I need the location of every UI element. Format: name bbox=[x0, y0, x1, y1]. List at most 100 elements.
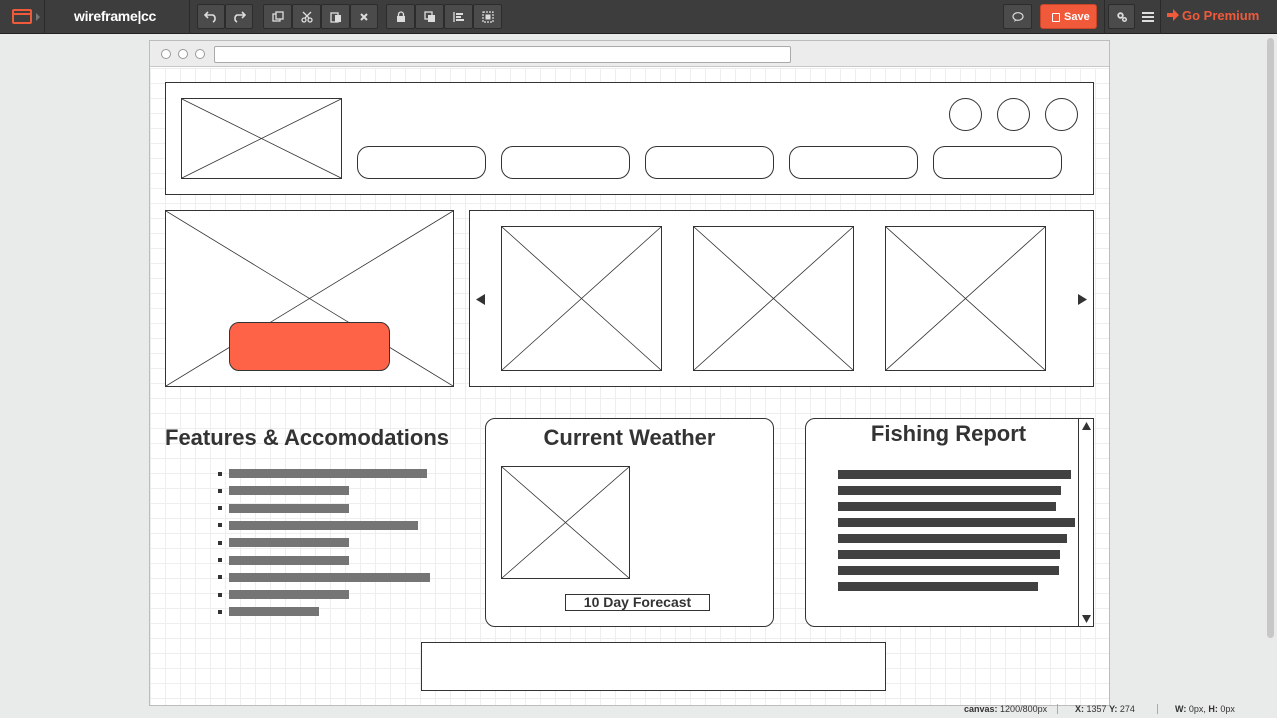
undo-button[interactable] bbox=[197, 4, 225, 29]
window-close-dot bbox=[161, 49, 171, 59]
fishing-report-heading[interactable]: Fishing Report bbox=[805, 421, 1094, 447]
undo-icon bbox=[204, 10, 216, 23]
delete-button[interactable] bbox=[350, 4, 378, 29]
status-divider bbox=[1157, 704, 1158, 714]
menu-button[interactable] bbox=[1142, 10, 1154, 28]
nav-button[interactable] bbox=[933, 146, 1062, 179]
window-minimize-dot bbox=[178, 49, 188, 59]
social-circle[interactable] bbox=[949, 98, 982, 131]
duplicate-button[interactable] bbox=[263, 4, 292, 29]
feature-list-item[interactable] bbox=[229, 590, 349, 600]
align-button[interactable] bbox=[444, 4, 473, 29]
scroll-down-icon[interactable] bbox=[1082, 615, 1091, 623]
cut-icon bbox=[300, 11, 313, 23]
footer-box[interactable] bbox=[421, 642, 886, 691]
layer-icon bbox=[423, 10, 435, 22]
carousel-image-placeholder[interactable] bbox=[885, 226, 1046, 371]
save-button[interactable]: Save bbox=[1040, 4, 1097, 29]
fishing-report-line bbox=[838, 534, 1067, 543]
scroll-up-icon[interactable] bbox=[1082, 422, 1091, 430]
fishing-report-scrollbar[interactable] bbox=[1078, 418, 1094, 627]
align-icon bbox=[452, 11, 464, 22]
browser-title-bar bbox=[150, 41, 1109, 67]
feature-list-item[interactable] bbox=[229, 503, 349, 513]
top-toolbar: wireframe|cc Save Go Premium bbox=[0, 0, 1277, 34]
ten-day-forecast-button[interactable]: 10 Day Forecast bbox=[565, 594, 710, 611]
redo-button[interactable] bbox=[225, 4, 253, 29]
features-heading[interactable]: Features & Accomodations bbox=[165, 425, 449, 451]
canvas-size-readout: canvas: 1200/800px bbox=[964, 704, 1048, 714]
feature-bullet-icon bbox=[218, 523, 222, 528]
feature-list-item[interactable] bbox=[229, 469, 427, 478]
paste-button[interactable] bbox=[321, 4, 350, 29]
settings-icon bbox=[1116, 11, 1127, 22]
feature-bullet-icon bbox=[218, 488, 222, 493]
toolbar-divider bbox=[1104, 0, 1105, 34]
toolbar-divider bbox=[44, 0, 45, 34]
comment-button[interactable] bbox=[1003, 4, 1032, 29]
feature-bullet-icon bbox=[218, 575, 222, 580]
weather-image-placeholder[interactable] bbox=[501, 466, 630, 579]
social-circle[interactable] bbox=[1045, 98, 1078, 131]
feature-bullet-icon bbox=[218, 592, 222, 597]
arrow-right-icon bbox=[1167, 8, 1179, 25]
window-maximize-dot bbox=[195, 49, 205, 59]
brand-logo: wireframe|cc bbox=[74, 8, 157, 24]
feature-list-item[interactable] bbox=[229, 572, 430, 582]
hero-cta-button[interactable] bbox=[229, 322, 390, 371]
feature-bullet-icon bbox=[218, 609, 222, 614]
status-divider bbox=[1057, 704, 1058, 714]
feature-list-item[interactable] bbox=[229, 555, 349, 565]
paste-icon bbox=[329, 11, 341, 23]
nav-button[interactable] bbox=[357, 146, 486, 179]
fishing-report-line bbox=[838, 582, 1038, 591]
weather-heading[interactable]: Current Weather bbox=[485, 425, 774, 451]
nav-button[interactable] bbox=[789, 146, 918, 179]
page-scrollbar[interactable] bbox=[1263, 34, 1277, 718]
toolbar-divider bbox=[1160, 0, 1161, 34]
carousel-image-placeholder[interactable] bbox=[501, 226, 662, 371]
save-button-label: Save bbox=[1064, 11, 1090, 23]
group-button[interactable] bbox=[473, 4, 502, 29]
nav-button[interactable] bbox=[501, 146, 630, 179]
lock-button[interactable] bbox=[386, 4, 415, 29]
toolbar-divider bbox=[189, 0, 190, 34]
cursor-position-readout: X: 1357 Y: 274 bbox=[1075, 704, 1135, 714]
logo-image-placeholder[interactable] bbox=[181, 98, 342, 179]
nav-button[interactable] bbox=[645, 146, 774, 179]
triangle-left-icon[interactable] bbox=[476, 292, 485, 310]
feature-list-item[interactable] bbox=[229, 486, 349, 496]
feature-bullet-icon bbox=[218, 471, 222, 476]
selection-size-readout: W: 0px, H: 0px bbox=[1175, 704, 1235, 714]
feature-bullet-icon bbox=[218, 558, 222, 562]
feature-bullet-icon bbox=[218, 506, 222, 511]
settings-button[interactable] bbox=[1108, 4, 1135, 29]
fishing-report-line bbox=[838, 502, 1056, 511]
menu-icon bbox=[1142, 12, 1154, 22]
page-scrollbar-thumb[interactable] bbox=[1267, 38, 1274, 638]
cut-button[interactable] bbox=[292, 4, 321, 29]
feature-list-item[interactable] bbox=[229, 520, 418, 530]
social-circle[interactable] bbox=[997, 98, 1030, 131]
carousel-image-placeholder[interactable] bbox=[693, 226, 854, 371]
fishing-report-line bbox=[838, 470, 1071, 479]
group-icon bbox=[481, 10, 494, 23]
delete-icon bbox=[360, 12, 368, 21]
fishing-report-line bbox=[838, 566, 1059, 575]
fishing-report-line bbox=[838, 486, 1061, 495]
fishing-report-line bbox=[838, 518, 1075, 527]
feature-bullet-icon bbox=[218, 540, 222, 545]
feature-list-item[interactable] bbox=[229, 538, 349, 548]
layer-button[interactable] bbox=[415, 4, 444, 29]
floppy-disk-icon bbox=[1052, 13, 1060, 22]
redo-icon bbox=[234, 10, 246, 23]
fishing-report-line bbox=[838, 550, 1060, 559]
go-premium-label: Go Premium bbox=[1182, 8, 1260, 23]
feature-list-item[interactable] bbox=[229, 607, 319, 617]
app-menu-caret-icon[interactable] bbox=[36, 13, 40, 21]
app-menu-icon[interactable] bbox=[12, 9, 32, 24]
triangle-right-icon[interactable] bbox=[1078, 292, 1087, 310]
browser-address-bar bbox=[214, 46, 791, 63]
comment-icon bbox=[1011, 11, 1024, 22]
lock-icon bbox=[396, 10, 405, 22]
